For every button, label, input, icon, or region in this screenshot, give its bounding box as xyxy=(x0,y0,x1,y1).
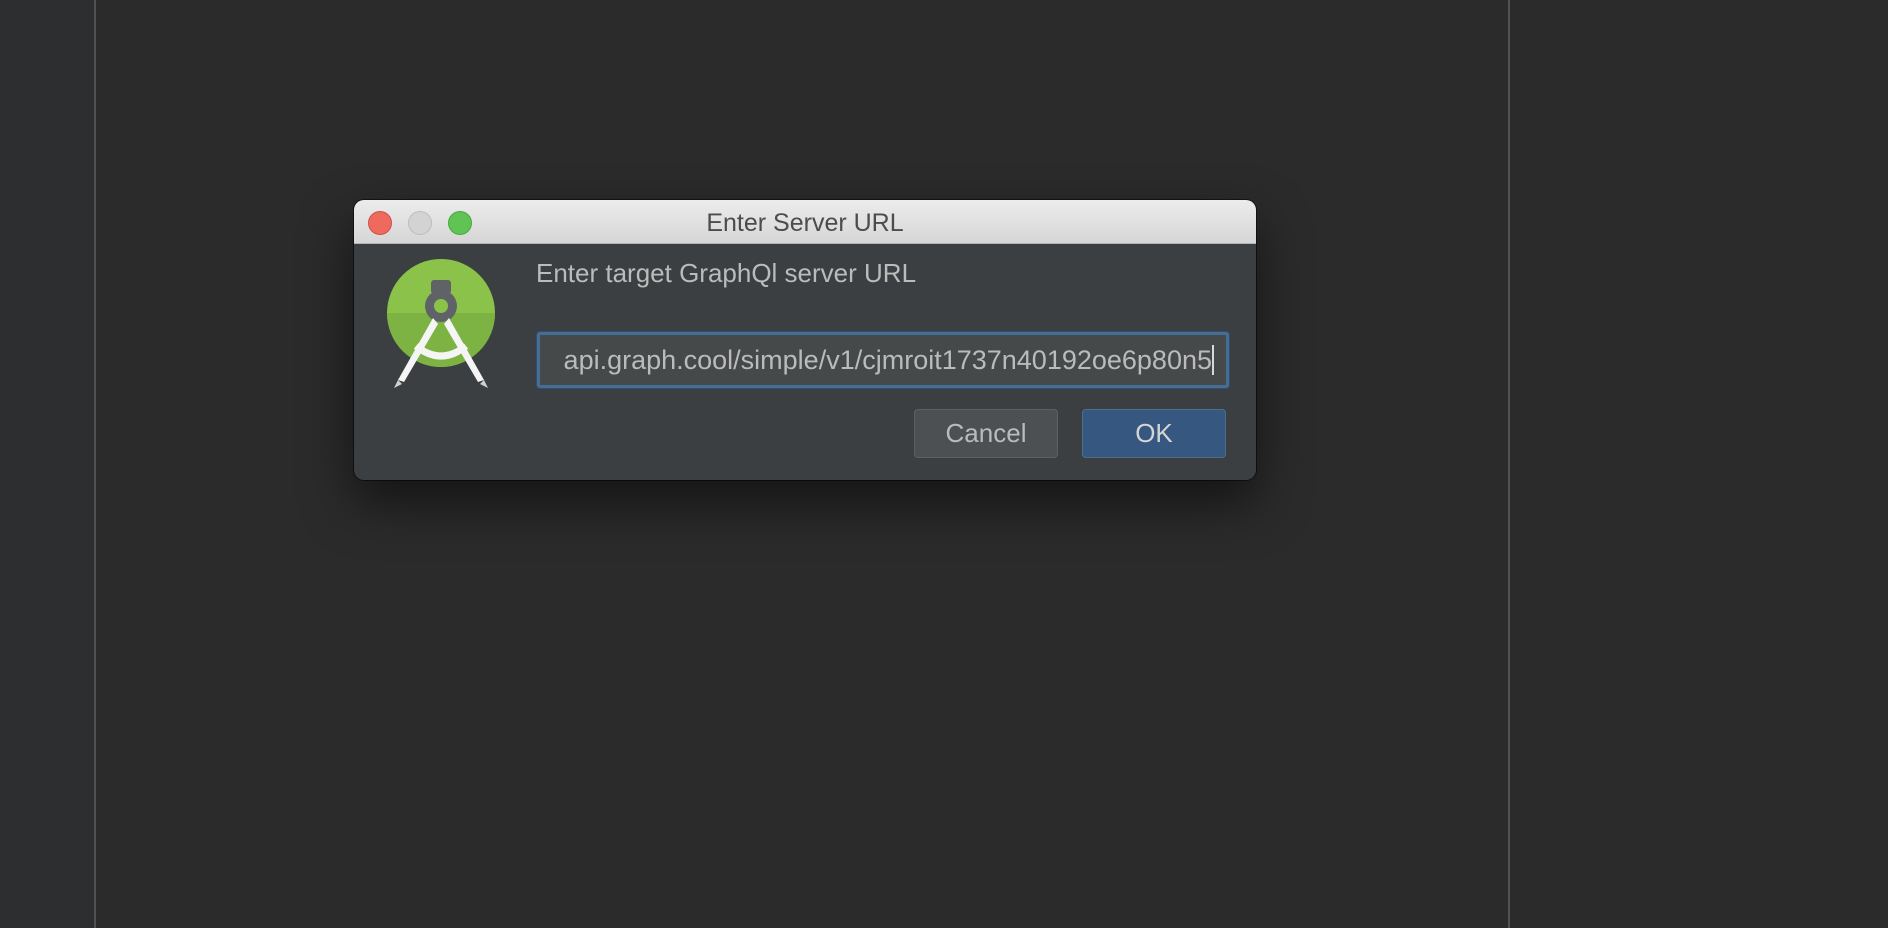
cancel-button[interactable]: Cancel xyxy=(914,409,1058,458)
text-caret xyxy=(1212,345,1214,375)
url-prompt-label: Enter target GraphQl server URL xyxy=(536,258,917,288)
server-url-value: api.graph.cool/simple/v1/cjmroit1737n401… xyxy=(563,345,1212,375)
server-url-input[interactable]: api.graph.cool/simple/v1/cjmroit1737n401… xyxy=(537,332,1229,388)
android-studio-icon xyxy=(386,258,506,388)
left-tool-strip xyxy=(0,0,96,928)
server-url-dialog: Enter Server URL Enter target GraphQl se… xyxy=(354,200,1256,480)
dialog-titlebar: Enter Server URL xyxy=(354,200,1256,244)
ide-workspace: Enter Server URL Enter target GraphQl se… xyxy=(0,0,1888,928)
ok-button[interactable]: OK xyxy=(1082,409,1226,458)
right-editor-panel xyxy=(1508,0,1888,928)
dialog-title: Enter Server URL xyxy=(706,209,904,237)
